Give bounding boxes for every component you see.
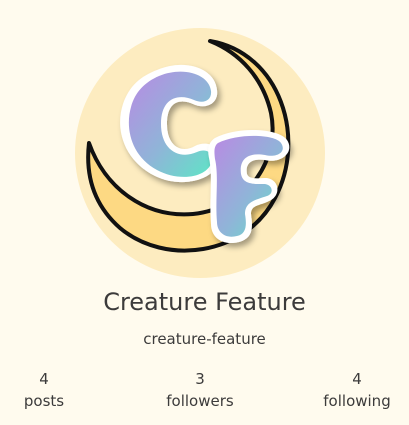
display-name: Creature Feature [103, 288, 306, 316]
stat-posts[interactable]: 4 posts [4, 368, 84, 412]
stat-posts-count: 4 [39, 370, 49, 388]
stat-following-label: following [323, 392, 391, 410]
stat-following[interactable]: 4 following [312, 368, 402, 412]
stat-following-count: 4 [352, 370, 362, 388]
stat-followers-label: followers [166, 392, 234, 410]
stat-posts-label: posts [23, 392, 65, 410]
creature-feature-logo [75, 28, 325, 278]
stat-followers[interactable]: 3 followers [150, 368, 250, 412]
avatar[interactable] [75, 28, 325, 278]
handle: creature-feature [143, 330, 266, 348]
stat-followers-count: 3 [195, 370, 205, 388]
